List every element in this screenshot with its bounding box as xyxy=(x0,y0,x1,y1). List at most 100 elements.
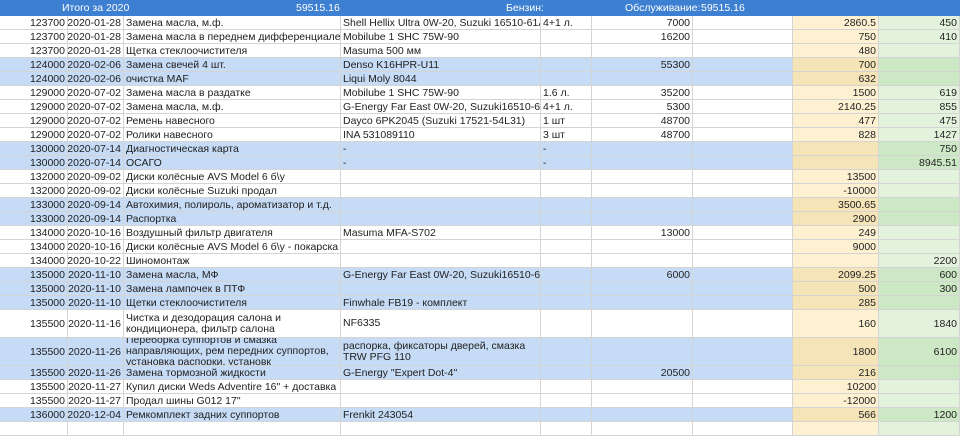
cell-part[interactable]: Frenkit 243054 xyxy=(341,408,541,421)
cell-labor-cost[interactable] xyxy=(879,170,960,183)
cell-description[interactable]: Диски колёсные AVS Model 6 б\у xyxy=(124,170,341,183)
cell-code[interactable] xyxy=(592,338,693,365)
cell-code[interactable] xyxy=(592,170,693,183)
cell-quantity[interactable] xyxy=(541,72,592,85)
cell-empty[interactable] xyxy=(693,212,793,225)
cell-km[interactable]: 132000 xyxy=(0,170,68,183)
cell-code[interactable]: 7000 xyxy=(592,16,693,29)
cell-quantity[interactable] xyxy=(541,240,592,253)
cell-empty[interactable] xyxy=(693,240,793,253)
cell-part[interactable]: Shell Hellix Ultra 0W-20, Suzuki 16510-6… xyxy=(341,16,541,29)
cell-empty[interactable] xyxy=(693,16,793,29)
cell-quantity[interactable] xyxy=(541,422,592,435)
cell-parts-cost[interactable] xyxy=(793,422,879,435)
cell-labor-cost[interactable]: 300 xyxy=(879,282,960,295)
cell-code[interactable] xyxy=(592,240,693,253)
cell-parts-cost[interactable]: 500 xyxy=(793,282,879,295)
cell-part[interactable] xyxy=(341,394,541,407)
cell-km[interactable]: 135000 xyxy=(0,296,68,309)
cell-parts-cost[interactable]: 1500 xyxy=(793,86,879,99)
cell-quantity[interactable]: 4+1 л. xyxy=(541,16,592,29)
cell-labor-cost[interactable] xyxy=(879,44,960,57)
cell-description[interactable]: Чистка и дезодорация салона и кондиционе… xyxy=(124,310,341,337)
cell-parts-cost[interactable]: -12000 xyxy=(793,394,879,407)
cell-description[interactable]: Замена тормозной жидкости xyxy=(124,366,341,379)
cell-parts-cost[interactable]: 160 xyxy=(793,310,879,337)
cell-labor-cost[interactable] xyxy=(879,240,960,253)
cell-date[interactable]: 2020-07-02 xyxy=(68,114,124,127)
cell-part[interactable] xyxy=(341,380,541,393)
cell-date[interactable]: 2020-12-04 xyxy=(68,408,124,421)
cell-description[interactable]: Диски колёсные Suzuki продал xyxy=(124,184,341,197)
cell-km[interactable]: 133000 xyxy=(0,198,68,211)
cell-date[interactable]: 2020-01-28 xyxy=(68,16,124,29)
cell-empty[interactable] xyxy=(693,44,793,57)
cell-code[interactable] xyxy=(592,184,693,197)
cell-labor-cost[interactable] xyxy=(879,380,960,393)
cell-code[interactable]: 48700 xyxy=(592,114,693,127)
cell-empty[interactable] xyxy=(693,86,793,99)
cell-code[interactable]: 20500 xyxy=(592,366,693,379)
cell-description[interactable]: Воздушный фильтр двигателя xyxy=(124,226,341,239)
cell-km[interactable] xyxy=(0,422,68,435)
cell-km[interactable]: 135000 xyxy=(0,268,68,281)
cell-code[interactable] xyxy=(592,198,693,211)
cell-quantity[interactable] xyxy=(541,58,592,71)
cell-labor-cost[interactable] xyxy=(879,422,960,435)
cell-description[interactable]: Замена масла, м.ф. xyxy=(124,100,341,113)
cell-quantity[interactable]: 1 шт xyxy=(541,114,592,127)
cell-km[interactable]: 124000 xyxy=(0,72,68,85)
cell-quantity[interactable] xyxy=(541,226,592,239)
cell-labor-cost[interactable]: 6100 xyxy=(879,338,960,365)
cell-quantity[interactable] xyxy=(541,170,592,183)
cell-km[interactable]: 129000 xyxy=(0,128,68,141)
cell-empty[interactable] xyxy=(693,394,793,407)
cell-quantity[interactable] xyxy=(541,408,592,421)
cell-labor-cost[interactable] xyxy=(879,58,960,71)
cell-quantity[interactable] xyxy=(541,338,592,365)
cell-empty[interactable] xyxy=(693,142,793,155)
cell-km[interactable]: 123700 xyxy=(0,44,68,57)
cell-part[interactable]: Masuma 500 мм xyxy=(341,44,541,57)
cell-description[interactable]: Ремкомплект задних суппортов xyxy=(124,408,341,421)
cell-description[interactable]: очистка MAF xyxy=(124,72,341,85)
cell-labor-cost[interactable] xyxy=(879,184,960,197)
cell-date[interactable]: 2020-10-16 xyxy=(68,226,124,239)
cell-code[interactable]: 13000 xyxy=(592,226,693,239)
cell-code[interactable] xyxy=(592,408,693,421)
cell-labor-cost[interactable]: 1840 xyxy=(879,310,960,337)
cell-part[interactable] xyxy=(341,198,541,211)
cell-quantity[interactable]: - xyxy=(541,156,592,169)
cell-parts-cost[interactable]: 9000 xyxy=(793,240,879,253)
cell-empty[interactable] xyxy=(693,100,793,113)
cell-code[interactable]: 5300 xyxy=(592,100,693,113)
cell-parts-cost[interactable]: -10000 xyxy=(793,184,879,197)
cell-km[interactable]: 123700 xyxy=(0,30,68,43)
cell-date[interactable]: 2020-07-14 xyxy=(68,142,124,155)
cell-empty[interactable] xyxy=(693,380,793,393)
cell-quantity[interactable]: 3 шт xyxy=(541,128,592,141)
cell-code[interactable] xyxy=(592,156,693,169)
cell-labor-cost[interactable]: 1427 xyxy=(879,128,960,141)
cell-code[interactable] xyxy=(592,254,693,267)
cell-date[interactable]: 2020-09-02 xyxy=(68,170,124,183)
cell-km[interactable]: 134000 xyxy=(0,254,68,267)
cell-labor-cost[interactable]: 2200 xyxy=(879,254,960,267)
cell-km[interactable]: 135000 xyxy=(0,282,68,295)
cell-part[interactable]: Denso K16HPR-U11 xyxy=(341,58,541,71)
cell-date[interactable] xyxy=(68,422,124,435)
cell-quantity[interactable]: 1.6 л. xyxy=(541,86,592,99)
cell-empty[interactable] xyxy=(693,254,793,267)
cell-empty[interactable] xyxy=(693,170,793,183)
cell-description[interactable]: Автохимия, полироль, ароматизатор и т.д. xyxy=(124,198,341,211)
cell-parts-cost[interactable]: 3500.65 xyxy=(793,198,879,211)
cell-date[interactable]: 2020-09-14 xyxy=(68,198,124,211)
cell-empty[interactable] xyxy=(693,198,793,211)
cell-empty[interactable] xyxy=(693,30,793,43)
cell-code[interactable]: 16200 xyxy=(592,30,693,43)
cell-quantity[interactable] xyxy=(541,184,592,197)
cell-empty[interactable] xyxy=(693,310,793,337)
cell-part[interactable] xyxy=(341,212,541,225)
cell-part[interactable]: Dayco 6PK2045 (Suzuki 17521-54L31) xyxy=(341,114,541,127)
cell-empty[interactable] xyxy=(693,296,793,309)
